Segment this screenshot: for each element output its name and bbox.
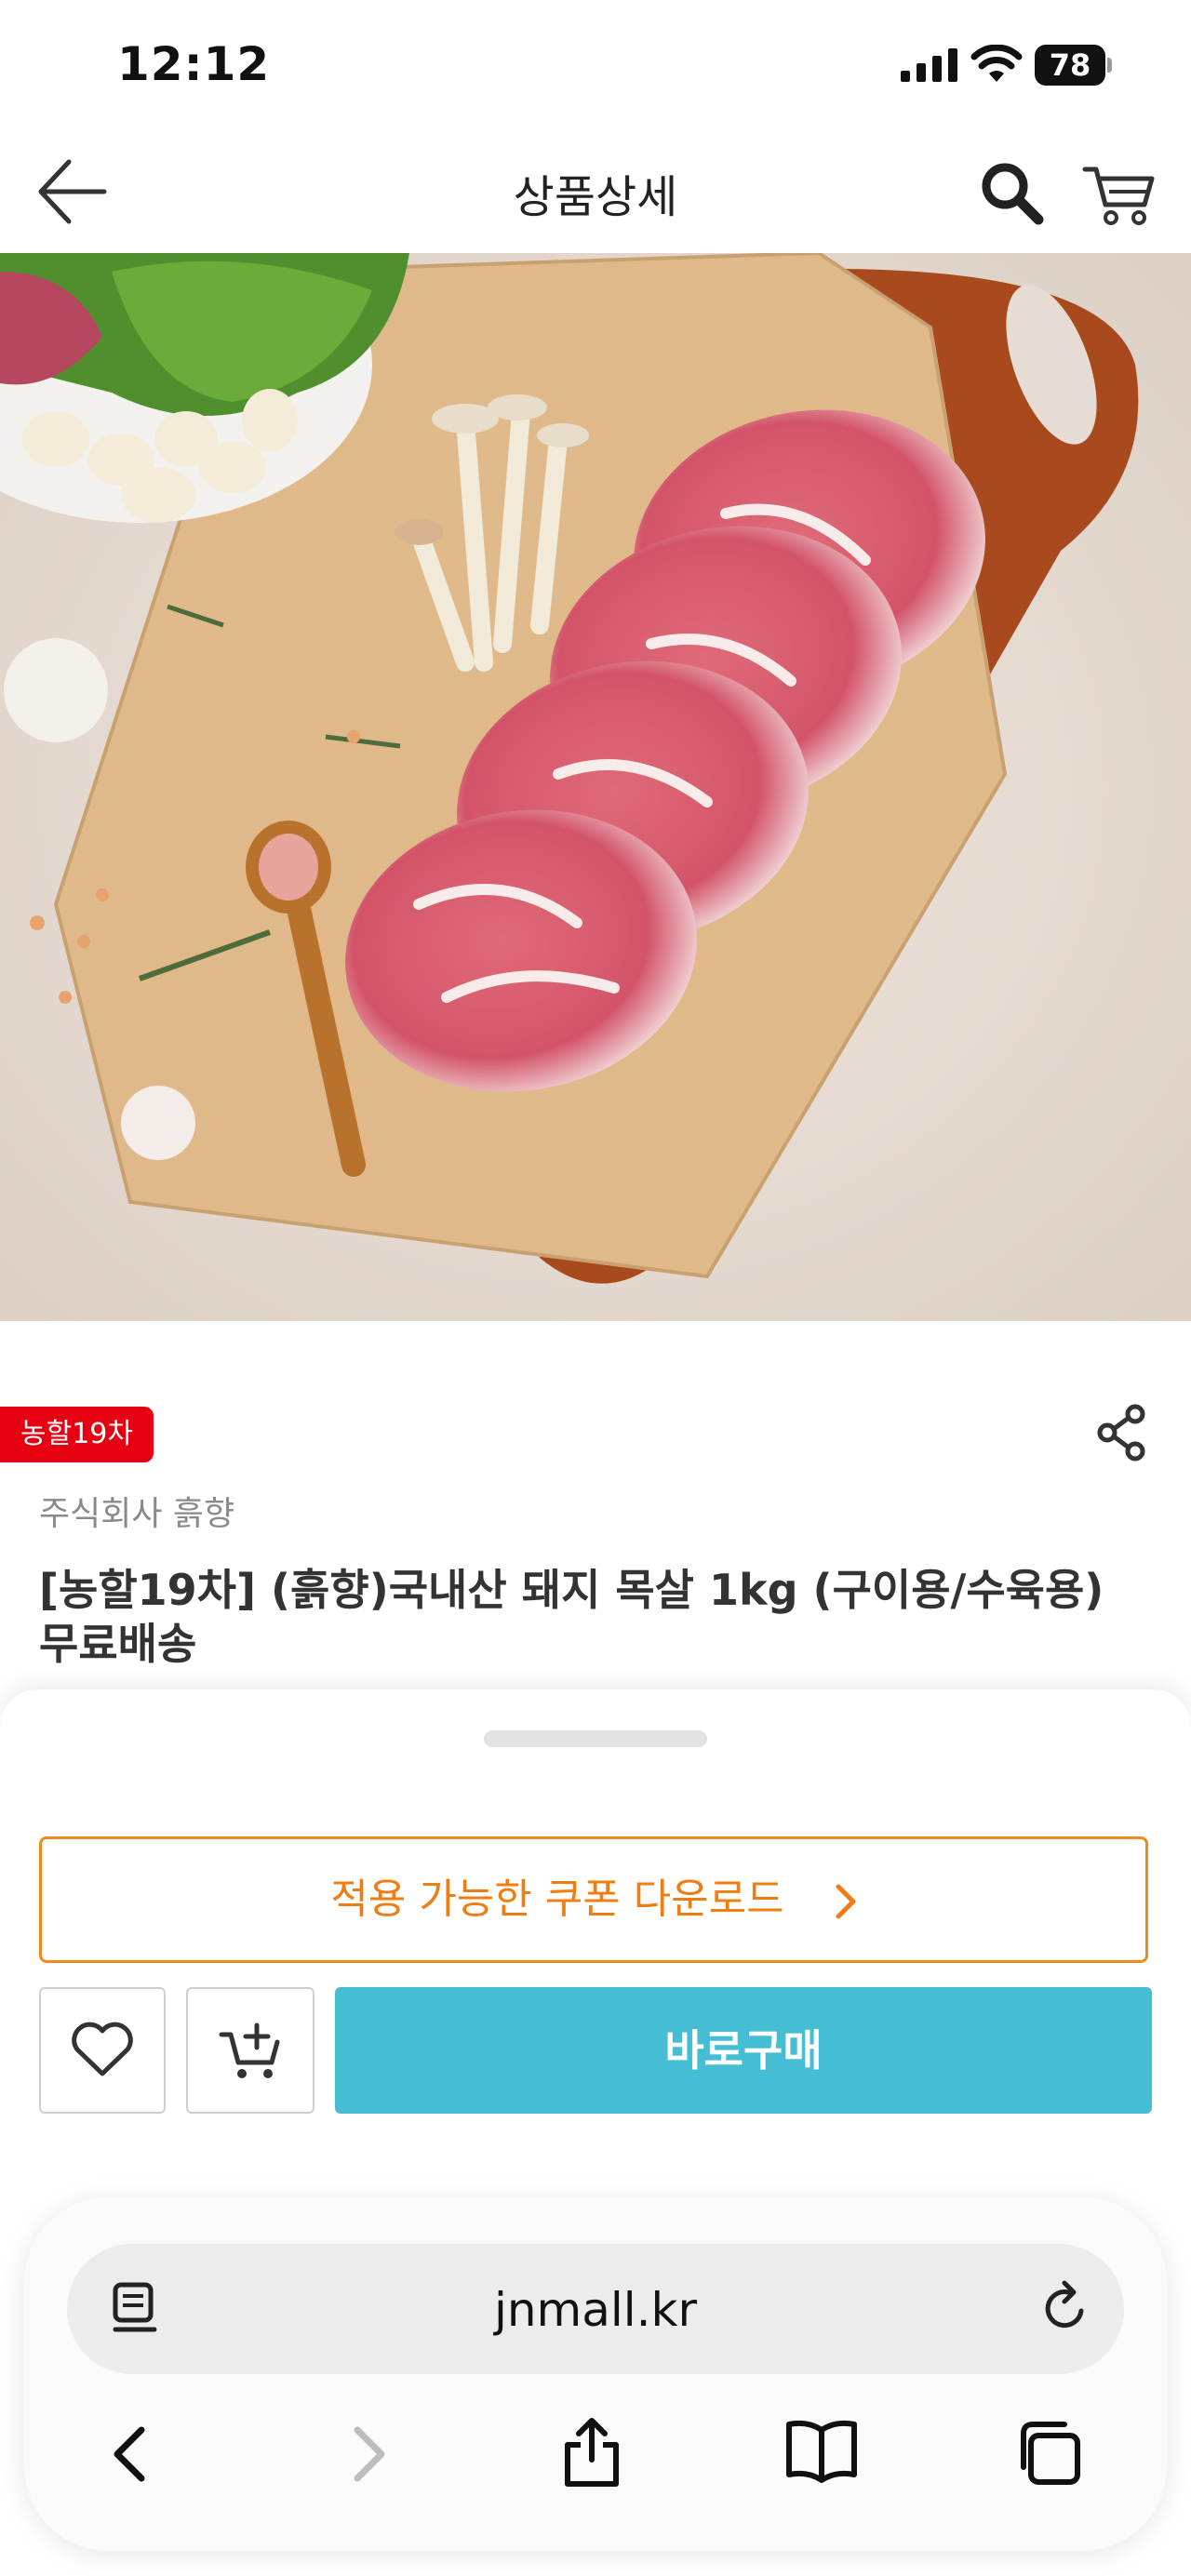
product-title: [농할19차] (흙향)국내산 돼지 목살 1kg (구이용/수육용) 무료배송 [39,1565,1104,1669]
book-icon [786,2420,857,2483]
search-icon [982,163,1044,225]
back-button[interactable] [35,156,110,227]
share-button[interactable] [1092,1403,1152,1462]
cellular-signal-icon [901,48,957,82]
bookmarks-button[interactable] [782,2413,862,2491]
cart-icon [1082,167,1155,225]
chevron-right-icon [836,1884,856,1919]
browser-share-button[interactable] [553,2413,631,2491]
battery-icon: 78 [1035,45,1112,86]
reload-button[interactable] [1033,2276,1098,2341]
share-icon [1097,1404,1145,1462]
cart-button[interactable] [1079,158,1158,233]
buy-now-button[interactable]: 바로구매 [335,1987,1152,2114]
chevron-right-icon [354,2426,385,2482]
add-to-cart-button[interactable] [186,1987,314,2114]
heart-icon [72,2022,133,2076]
seller-name[interactable]: 주식회사 흙향 [39,1487,234,1535]
tabs-button[interactable] [1010,2413,1091,2491]
chevron-left-icon [114,2426,145,2482]
page-menu-button[interactable] [104,2277,166,2339]
browser-forward-button[interactable] [329,2417,404,2491]
share-icon [565,2418,619,2487]
tabs-icon [1021,2422,1080,2485]
product-image[interactable] [0,253,1191,1321]
reload-icon [1045,2280,1084,2329]
search-button[interactable] [977,158,1048,229]
reader-icon [113,2282,157,2332]
back-arrow-icon [38,159,107,224]
wishlist-button[interactable] [39,1987,166,2114]
coupon-download-label: 적용 가능한 쿠폰 다운로드 [330,1875,784,1923]
wifi-icon [970,45,1023,82]
browser-back-button[interactable] [97,2417,171,2491]
coupon-download-button[interactable]: 적용 가능한 쿠폰 다운로드 [39,1836,1148,1963]
pork-neck-photo [0,253,1191,1321]
battery-level: 78 [1049,47,1091,83]
status-time: 12:12 [117,37,271,91]
cart-plus-icon [219,2022,280,2078]
address-bar[interactable] [67,2244,1124,2374]
sheet-drag-handle[interactable] [484,1730,707,1747]
event-badge: 농할19차 [0,1407,154,1462]
